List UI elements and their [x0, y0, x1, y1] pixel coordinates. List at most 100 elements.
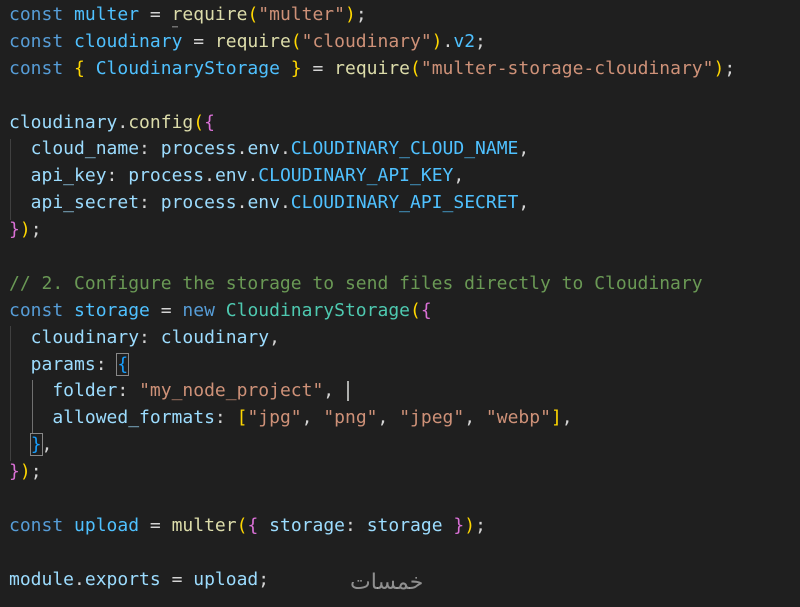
code-token: const: [9, 57, 64, 79]
watermark-logo: خمسات: [350, 570, 424, 595]
code-token: ;: [30, 461, 42, 483]
code-token: .: [247, 165, 259, 187]
code-line[interactable]: },: [9, 432, 799, 459]
code-token: module: [9, 568, 75, 590]
code-token: {: [247, 514, 259, 536]
code-line[interactable]: });: [9, 459, 799, 486]
code-token: [: [236, 407, 248, 429]
code-line[interactable]: const storage = new CloudinaryStorage({: [9, 298, 799, 325]
code-token: ,: [323, 380, 345, 402]
code-token: process: [160, 138, 237, 160]
code-token: ): [19, 461, 31, 483]
code-token: }: [29, 433, 43, 457]
code-token: storage: [269, 514, 345, 536]
code-token: storage: [74, 299, 150, 321]
code-token: :: [139, 138, 161, 160]
code-token: v2: [453, 30, 476, 52]
code-line[interactable]: allowed_formats: ["jpg", "png", "jpeg", …: [9, 405, 799, 432]
code-line[interactable]: // 2. Configure the storage to send file…: [9, 271, 799, 298]
code-token: new: [182, 299, 215, 321]
code-token: ): [464, 514, 476, 536]
code-line[interactable]: params: {: [9, 352, 799, 379]
code-token: "webp": [485, 407, 551, 429]
hint-dots: ⋯: [172, 22, 180, 33]
code-token: "png": [323, 407, 378, 429]
code-token: =: [139, 514, 172, 536]
code-token: const: [9, 514, 64, 536]
code-token: }: [9, 461, 20, 483]
code-token: const: [9, 299, 64, 321]
code-token: CloudinaryStorage: [95, 57, 280, 79]
code-line[interactable]: [9, 486, 799, 513]
code-token: multer: [74, 4, 140, 25]
code-token: process: [128, 165, 205, 187]
code-token: .: [236, 138, 248, 160]
code-line[interactable]: const { CloudinaryStorage } = require("m…: [9, 56, 799, 83]
code-line[interactable]: cloud_name: process.env.CLOUDINARY_CLOUD…: [9, 136, 799, 163]
code-token: {: [116, 352, 130, 376]
code-line[interactable]: });: [9, 217, 799, 244]
code-token: "jpg": [247, 407, 302, 429]
code-token: ): [431, 30, 443, 52]
code-token: require: [214, 30, 291, 52]
code-line[interactable]: folder: "my_node_project",: [9, 378, 799, 405]
code-token: ]: [550, 407, 562, 429]
code-token: ;: [475, 30, 486, 52]
code-line[interactable]: cloudinary.config({: [9, 110, 799, 137]
code-token: env: [247, 138, 280, 160]
code-token: env: [247, 192, 280, 214]
code-line[interactable]: const upload = multer({ storage: storage…: [9, 513, 799, 540]
code-token: =: [149, 299, 183, 321]
code-token: ,: [41, 434, 53, 456]
code-token: CLOUDINARY_API_SECRET: [290, 192, 519, 214]
code-token: ): [713, 57, 725, 79]
code-token: (: [410, 57, 421, 79]
code-token: params: [9, 353, 96, 375]
code-token: :: [345, 514, 367, 536]
code-token: api_secret: [9, 192, 140, 214]
code-token: exports: [84, 568, 161, 590]
code-token: cloud_name: [9, 138, 140, 160]
code-token: .: [279, 192, 291, 214]
code-token: CLOUDINARY_CLOUD_NAME: [290, 138, 519, 160]
code-token: ,: [518, 138, 530, 160]
code-token: const: [9, 30, 64, 52]
code-lines[interactable]: const multer = require("multer"); const c…: [9, 2, 799, 594]
code-token: ,: [301, 407, 324, 429]
code-token: require: [334, 57, 411, 79]
code-line[interactable]: const cloudinary = require("cloudinary")…: [9, 29, 799, 56]
code-token: :: [117, 380, 140, 402]
code-token: folder: [9, 380, 118, 402]
code-line[interactable]: const multer = require("multer");: [9, 2, 799, 29]
code-token: "jpeg": [399, 407, 465, 429]
code-token: upload: [74, 514, 140, 536]
code-token: ;: [258, 568, 270, 590]
code-line[interactable]: [9, 540, 799, 567]
code-line[interactable]: [9, 83, 799, 110]
code-token: ,: [453, 165, 465, 187]
code-token: .: [279, 138, 291, 160]
code-token: (: [236, 514, 248, 536]
code-editor[interactable]: const multer = require("multer"); const c…: [0, 0, 800, 607]
code-token: .: [442, 30, 454, 52]
code-line[interactable]: api_secret: process.env.CLOUDINARY_API_S…: [9, 190, 799, 217]
code-token: cloudinary: [74, 30, 183, 52]
code-token: "multer-storage-cloudinary": [420, 57, 714, 79]
code-line[interactable]: api_key: process.env.CLOUDINARY_API_KEY,: [9, 163, 799, 190]
code-token: {: [204, 111, 215, 133]
code-line[interactable]: cloudinary: cloudinary,: [9, 325, 799, 352]
code-token: env: [214, 165, 248, 187]
code-token: (: [247, 4, 259, 25]
code-token: ): [19, 219, 31, 241]
code-token: require: [171, 4, 248, 25]
code-line[interactable]: [9, 244, 799, 271]
code-token: ,: [269, 326, 280, 348]
code-token: storage: [366, 514, 443, 536]
